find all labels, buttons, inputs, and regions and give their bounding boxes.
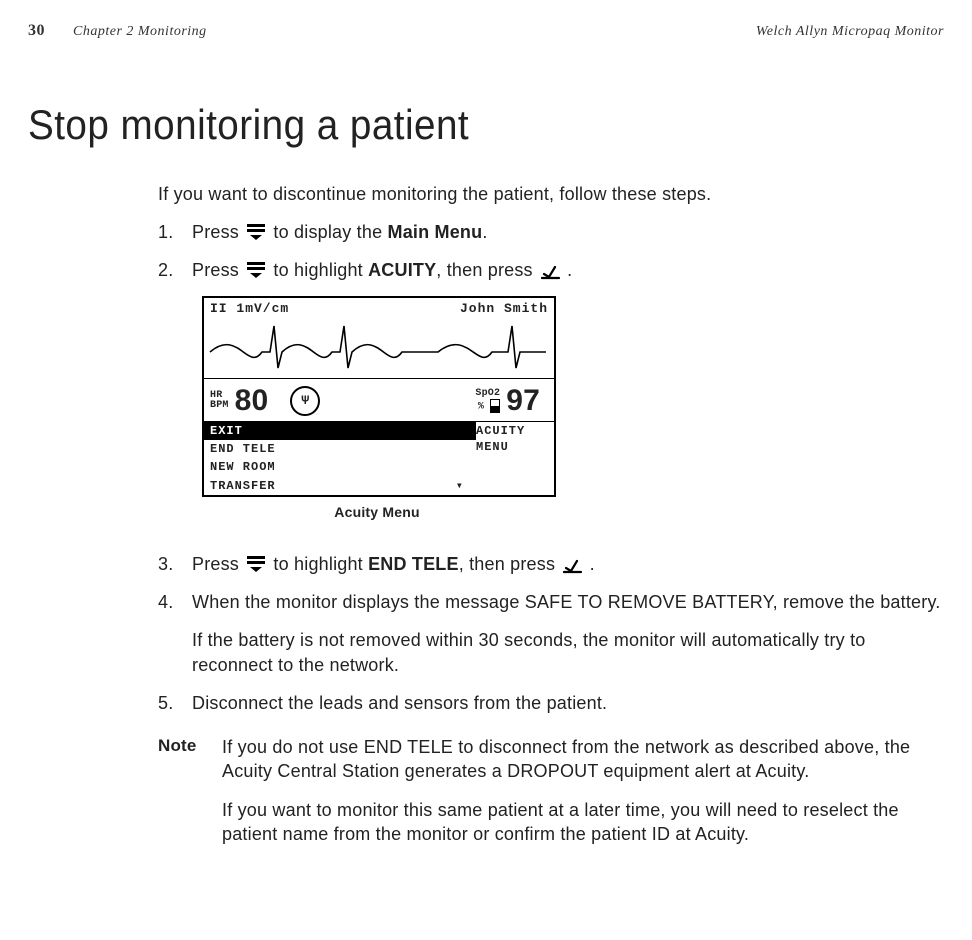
step-4-sub: If the battery is not removed within 30 … (192, 628, 948, 677)
menu-item-transfer: TRANSFER ▾ (204, 477, 476, 495)
hr-label: HRBPM (210, 391, 229, 411)
hr-value: 80 (235, 381, 269, 422)
menu-item-new-room: NEW ROOM (204, 458, 476, 476)
step-text: , then press (459, 554, 561, 574)
step-text: Press (192, 260, 244, 280)
step-1: 1. Press to display the Main Menu. (158, 220, 948, 244)
page-title: Stop monitoring a patient (28, 97, 871, 154)
step-text: to display the (273, 222, 387, 242)
step-number: 5. (158, 691, 192, 715)
step-number: 4. (158, 590, 192, 614)
lcd-screen: II 1mV/cm John Smith HRBPM 80 Ψ (202, 296, 556, 496)
step-text: , then press (436, 260, 538, 280)
step-number: 3. (158, 552, 192, 576)
spo2-bar-icon (490, 399, 500, 413)
spo2-value: 97 (506, 381, 540, 422)
step-list-cont: 3. Press to highlight END TELE, then pre… (158, 552, 948, 615)
lcd-menu: EXIT END TELE NEW ROOM TRANSFER ▾ ACUITY… (204, 422, 554, 495)
step-list: 1. Press to display the Main Menu. 2. Pr… (158, 220, 948, 283)
down-arrow-icon: ▾ (456, 478, 464, 494)
step-text: Disconnect the leads and sensors from th… (192, 691, 948, 715)
step-4: 4. When the monitor displays the message… (158, 590, 948, 614)
spo2-label: SpO2% (475, 389, 500, 413)
vitals-row: HRBPM 80 Ψ SpO2% 97 (204, 379, 554, 422)
step-list-cont2: 5. Disconnect the leads and sensors from… (158, 691, 948, 715)
menu-icon (247, 224, 265, 238)
monitor-screenshot: II 1mV/cm John Smith HRBPM 80 Ψ (202, 296, 552, 496)
step-text: Press (192, 554, 244, 574)
step-3: 3. Press to highlight END TELE, then pre… (158, 552, 948, 576)
page: 30 Chapter 2 Monitoring Welch Allyn Micr… (0, 0, 972, 900)
step-text: . (590, 554, 595, 574)
check-icon (541, 262, 559, 276)
step-5: 5. Disconnect the leads and sensors from… (158, 691, 948, 715)
menu-icon (247, 262, 265, 276)
step-bold: END TELE (368, 554, 459, 574)
step-text: . (482, 222, 487, 242)
step-text: Press (192, 222, 244, 242)
step-bold: ACUITY (368, 260, 436, 280)
body-content: If you want to discontinue monitoring th… (158, 182, 948, 861)
lcd-header: II 1mV/cm John Smith (204, 298, 554, 318)
page-number: 30 (28, 20, 45, 42)
step-2: 2. Press to highlight ACUITY, then press… (158, 258, 948, 282)
note-paragraph: If you do not use END TELE to disconnect… (222, 735, 948, 784)
note-block: Note If you do not use END TELE to disco… (158, 735, 948, 860)
product-name: Welch Allyn Micropaq Monitor (756, 23, 944, 42)
step-text: to highlight (273, 260, 368, 280)
screenshot-caption: Acuity Menu (202, 503, 552, 522)
step-text: When the monitor displays the message SA… (192, 590, 948, 614)
patient-name: John Smith (460, 300, 548, 318)
step-text: . (567, 260, 572, 280)
note-label: Note (158, 735, 222, 860)
ecg-waveform (204, 318, 554, 379)
antenna-icon: Ψ (290, 386, 320, 416)
lead-label: II 1mV/cm (210, 300, 289, 318)
menu-icon (247, 556, 265, 570)
check-icon (563, 556, 581, 570)
note-paragraph: If you want to monitor this same patient… (222, 798, 948, 847)
chapter-title: Chapter 2 Monitoring (73, 23, 756, 42)
menu-item-end-tele: END TELE (204, 440, 476, 458)
step-number: 1. (158, 220, 192, 244)
step-text: to highlight (273, 554, 368, 574)
intro-text: If you want to discontinue monitoring th… (158, 182, 948, 206)
step-number: 2. (158, 258, 192, 282)
running-header: 30 Chapter 2 Monitoring Welch Allyn Micr… (28, 20, 944, 42)
menu-item-exit: EXIT (204, 422, 476, 440)
step-bold: Main Menu (388, 222, 483, 242)
menu-title: ACUITYMENU (476, 422, 554, 495)
